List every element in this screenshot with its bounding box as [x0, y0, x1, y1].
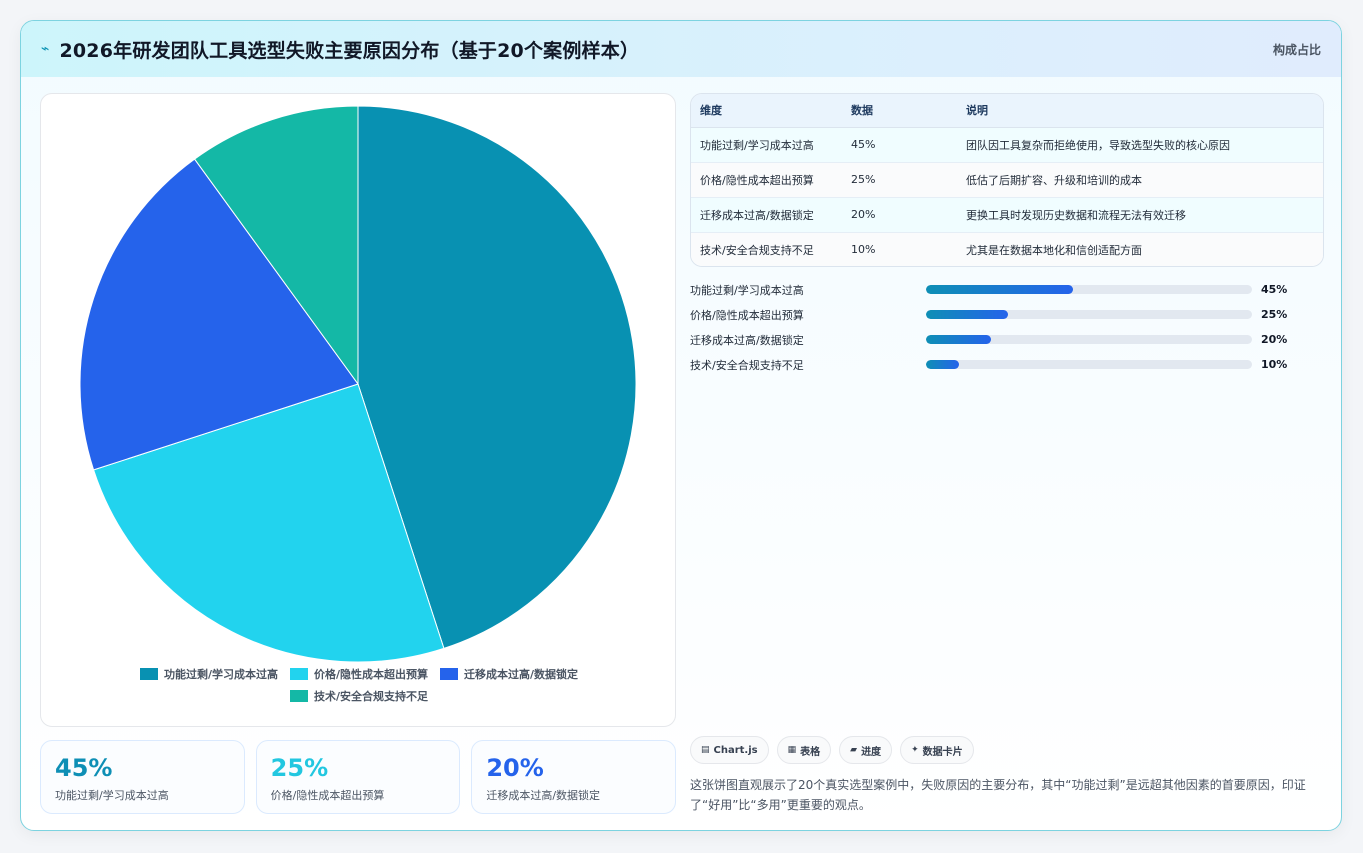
table-cell: 45% [842, 127, 957, 163]
progress-fill [926, 310, 1008, 319]
progress-label: 迁移成本过高/数据锁定 [690, 333, 804, 347]
stat-card-row: 45% 功能过剩/学习成本过高 25% 价格/隐性成本超出预算 20% 迁移成本… [40, 740, 677, 814]
progress-label: 功能过剩/学习成本过高 [690, 283, 804, 297]
chart-icon: ▤ [701, 745, 710, 755]
header-tag: 构成占比 [1272, 42, 1321, 57]
legend-label: 价格/隐性成本超出预算 [313, 668, 429, 681]
progress-track [926, 310, 1252, 319]
progress-row: 技术/安全合规支持不足 10% [690, 352, 1324, 377]
table-cell: 25% [842, 162, 957, 198]
table-header-row: 维度 数据 说明 [691, 94, 1323, 128]
chip-progress[interactable]: ▰ 进度 [839, 736, 893, 764]
chip-table[interactable]: ▦ 表格 [776, 736, 832, 764]
lightning-icon: ⌁ [41, 41, 50, 57]
chart-legend: 功能过剩/学习成本过高 价格/隐性成本超出预算 迁移成本过高/数据锁定技术/安全合规… [41, 666, 677, 704]
table-row: 迁移成本过高/数据锁定 20% 更换工具时发现历史数据和流程无法有效迁移 [691, 197, 1323, 233]
progress-icon: ▰ [850, 745, 858, 755]
stat-label: 价格/隐性成本超出预算 [270, 789, 385, 802]
legend-item[interactable]: 技术/安全合规支持不足 [289, 688, 429, 704]
stat-card: 45% 功能过剩/学习成本过高 [40, 740, 245, 814]
table-cell: 10% [842, 232, 957, 266]
progress-track [926, 335, 1252, 344]
table-row: 功能过剩/学习成本过高 45% 团队因工具复杂而拒绝使用，导致选型失败的核心原因 [691, 127, 1323, 163]
chart-description: 这张饼图直观展示了20个真实选型案例中，失败原因的主要分布，其中“功能过剩”是远… [690, 778, 1306, 812]
progress-value: 25% [1261, 308, 1288, 321]
report-card: ⌁ 2026年研发团队工具选型失败主要原因分布（基于20个案例样本） 构成占比 … [20, 20, 1342, 831]
card-header: ⌁ 2026年研发团队工具选型失败主要原因分布（基于20个案例样本） 构成占比 [21, 21, 1341, 77]
table-cell: 技术/安全合规支持不足 [691, 232, 842, 266]
progress-fill [926, 285, 1073, 294]
progress-track [926, 360, 1252, 369]
progress-row: 价格/隐性成本超出预算 25% [690, 302, 1324, 327]
chip-label: 表格 [800, 746, 821, 758]
chip-label: 数据卡片 [922, 746, 963, 758]
table-cell: 迁移成本过高/数据锁定 [691, 197, 842, 233]
progress-fill [926, 360, 959, 369]
progress-label: 技术/安全合规支持不足 [690, 358, 804, 372]
table-cell: 尤其是在数据本地化和信创适配方面 [957, 232, 1323, 266]
table-row: 价格/隐性成本超出预算 25% 低估了后期扩容、升级和培训的成本 [691, 162, 1323, 198]
table-header: 说明 [957, 94, 1323, 128]
stat-card: 20% 迁移成本过高/数据锁定 [471, 740, 677, 814]
chip-label: Chart.js [713, 744, 758, 756]
table-cell: 20% [842, 197, 957, 233]
legend-swatch [440, 668, 459, 680]
chip-label: 进度 [861, 746, 882, 758]
chip-data-card[interactable]: ✦ 数据卡片 [900, 736, 974, 764]
legend-item[interactable]: 功能过剩/学习成本过高 [139, 666, 278, 682]
progress-value: 45% [1261, 283, 1288, 296]
feature-chips: ▤ Chart.js ▦ 表格 ▰ 进度 ✦ 数据卡片 [690, 736, 974, 764]
stat-label: 迁移成本过高/数据锁定 [486, 789, 601, 802]
table-cell: 价格/隐性成本超出预算 [691, 162, 842, 198]
pie-chart-panel: 功能过剩/学习成本过高 价格/隐性成本超出预算 迁移成本过高/数据锁定技术/安全合规… [40, 93, 676, 727]
legend-swatch [289, 668, 308, 680]
legend-label: 技术/安全合规支持不足 [313, 690, 429, 703]
table-header: 数据 [842, 94, 957, 128]
progress-label: 价格/隐性成本超出预算 [690, 308, 804, 322]
chip-chartjs[interactable]: ▤ Chart.js [690, 736, 769, 764]
progress-row: 迁移成本过高/数据锁定 20% [690, 327, 1324, 352]
table-header: 维度 [691, 94, 842, 128]
legend-item[interactable]: 价格/隐性成本超出预算 [289, 666, 429, 682]
progress-value: 10% [1261, 358, 1288, 371]
legend-swatch [289, 690, 308, 702]
data-table: 维度 数据 说明 功能过剩/学习成本过高 45% 团队因工具复杂而拒绝使用，导致… [690, 93, 1324, 267]
page-title: 2026年研发团队工具选型失败主要原因分布（基于20个案例样本） [59, 39, 640, 62]
table-row: 技术/安全合规支持不足 10% 尤其是在数据本地化和信创适配方面 [691, 232, 1323, 266]
legend-label: 迁移成本过高/数据锁定 [464, 668, 579, 681]
legend-label: 功能过剩/学习成本过高 [163, 668, 278, 681]
progress-fill [926, 335, 992, 344]
stat-card: 25% 价格/隐性成本超出预算 [255, 740, 461, 814]
table-cell: 更换工具时发现历史数据和流程无法有效迁移 [957, 197, 1323, 233]
stat-label: 功能过剩/学习成本过高 [55, 789, 169, 802]
progress-value: 20% [1261, 333, 1288, 346]
data-table-grid: 维度 数据 说明 功能过剩/学习成本过高 45% 团队因工具复杂而拒绝使用，导致… [691, 94, 1323, 266]
table-cell: 功能过剩/学习成本过高 [691, 127, 842, 163]
progress-list: 功能过剩/学习成本过高 45% 价格/隐性成本超出预算 25% 迁移成本过高/数… [690, 277, 1324, 377]
sparkle-icon: ✦ [911, 745, 919, 755]
stat-value: 45% [55, 754, 113, 782]
stat-value: 20% [486, 754, 544, 782]
table-cell: 低估了后期扩容、升级和培训的成本 [957, 162, 1323, 198]
legend-item[interactable]: 迁移成本过高/数据锁定 [440, 666, 578, 682]
stat-value: 25% [270, 754, 329, 782]
pie-chart [79, 105, 637, 663]
title-wrap: ⌁ 2026年研发团队工具选型失败主要原因分布（基于20个案例样本） [41, 36, 639, 63]
table-cell: 团队因工具复杂而拒绝使用，导致选型失败的核心原因 [957, 127, 1323, 163]
progress-track [926, 285, 1252, 294]
legend-swatch [139, 668, 158, 680]
progress-row: 功能过剩/学习成本过高 45% [690, 277, 1324, 302]
table-icon: ▦ [787, 745, 797, 755]
